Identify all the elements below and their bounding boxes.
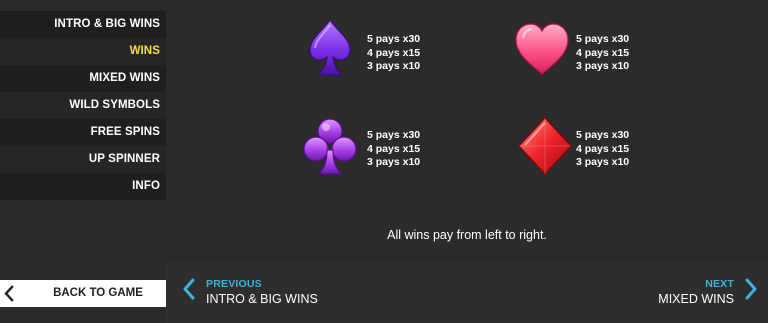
back-to-game-button[interactable]: BACK TO GAME — [0, 280, 166, 307]
spade-pays: 5 pays x30 4 pays x15 3 pays x10 — [367, 33, 420, 74]
help-menu: INTRO & BIG WINS WINS MIXED WINS WILD SY… — [0, 11, 166, 200]
club-pays: 5 pays x30 4 pays x15 3 pays x10 — [367, 129, 420, 170]
next-page-button[interactable]: NEXT MIXED WINS — [558, 272, 758, 312]
pay-line: 5 pays x30 — [576, 129, 630, 141]
spade-icon — [309, 18, 351, 76]
menu-item-up-spinner[interactable]: UP SPINNER — [0, 146, 166, 173]
pay-line: 4 pays x15 — [367, 46, 421, 59]
pay-line: 5 pays x30 — [367, 33, 421, 45]
previous-page-title: INTRO & BIG WINS — [206, 292, 318, 306]
pay-line: 3 pays x10 — [576, 60, 630, 72]
pay-line: 4 pays x15 — [367, 142, 421, 155]
pay-line: 3 pays x10 — [367, 156, 421, 168]
menu-item-free-spins[interactable]: FREE SPINS — [0, 119, 166, 146]
menu-item-mixed-wins[interactable]: MIXED WINS — [0, 65, 166, 92]
chevron-right-icon — [745, 278, 757, 300]
back-to-game-label: BACK TO GAME — [53, 287, 143, 299]
previous-label: PREVIOUS — [206, 278, 262, 290]
wins-note: All wins pay from left to right. — [387, 228, 547, 242]
pay-line: 4 pays x15 — [576, 142, 630, 155]
previous-page-button[interactable]: PREVIOUS INTRO & BIG WINS — [182, 272, 382, 312]
menu-item-info[interactable]: INFO — [0, 173, 166, 200]
heart-icon — [515, 23, 569, 75]
club-icon — [303, 118, 357, 175]
menu-item-wild-symbols[interactable]: WILD SYMBOLS — [0, 92, 166, 119]
pay-line: 4 pays x15 — [576, 46, 630, 59]
pay-line: 5 pays x30 — [576, 33, 630, 45]
wins-page: 5 pays x30 4 pays x15 3 pays x10 5 pays … — [166, 0, 768, 323]
menu-item-wins[interactable]: WINS — [0, 38, 166, 65]
pay-line: 3 pays x10 — [576, 156, 630, 168]
next-label: NEXT — [705, 278, 734, 290]
paytable-panel: 5 pays x30 4 pays x15 3 pays x10 5 pays … — [166, 0, 768, 262]
diamond-icon — [518, 117, 572, 175]
diamond-pays: 5 pays x30 4 pays x15 3 pays x10 — [576, 129, 629, 170]
chevron-left-icon — [183, 278, 195, 300]
next-page-title: MIXED WINS — [658, 292, 734, 306]
pay-line: 5 pays x30 — [367, 129, 421, 141]
heart-pays: 5 pays x30 4 pays x15 3 pays x10 — [576, 33, 629, 74]
menu-item-intro-big-wins[interactable]: INTRO & BIG WINS — [0, 11, 166, 38]
help-sidebar: INTRO & BIG WINS WINS MIXED WINS WILD SY… — [0, 0, 166, 323]
pay-line: 3 pays x10 — [367, 60, 421, 72]
